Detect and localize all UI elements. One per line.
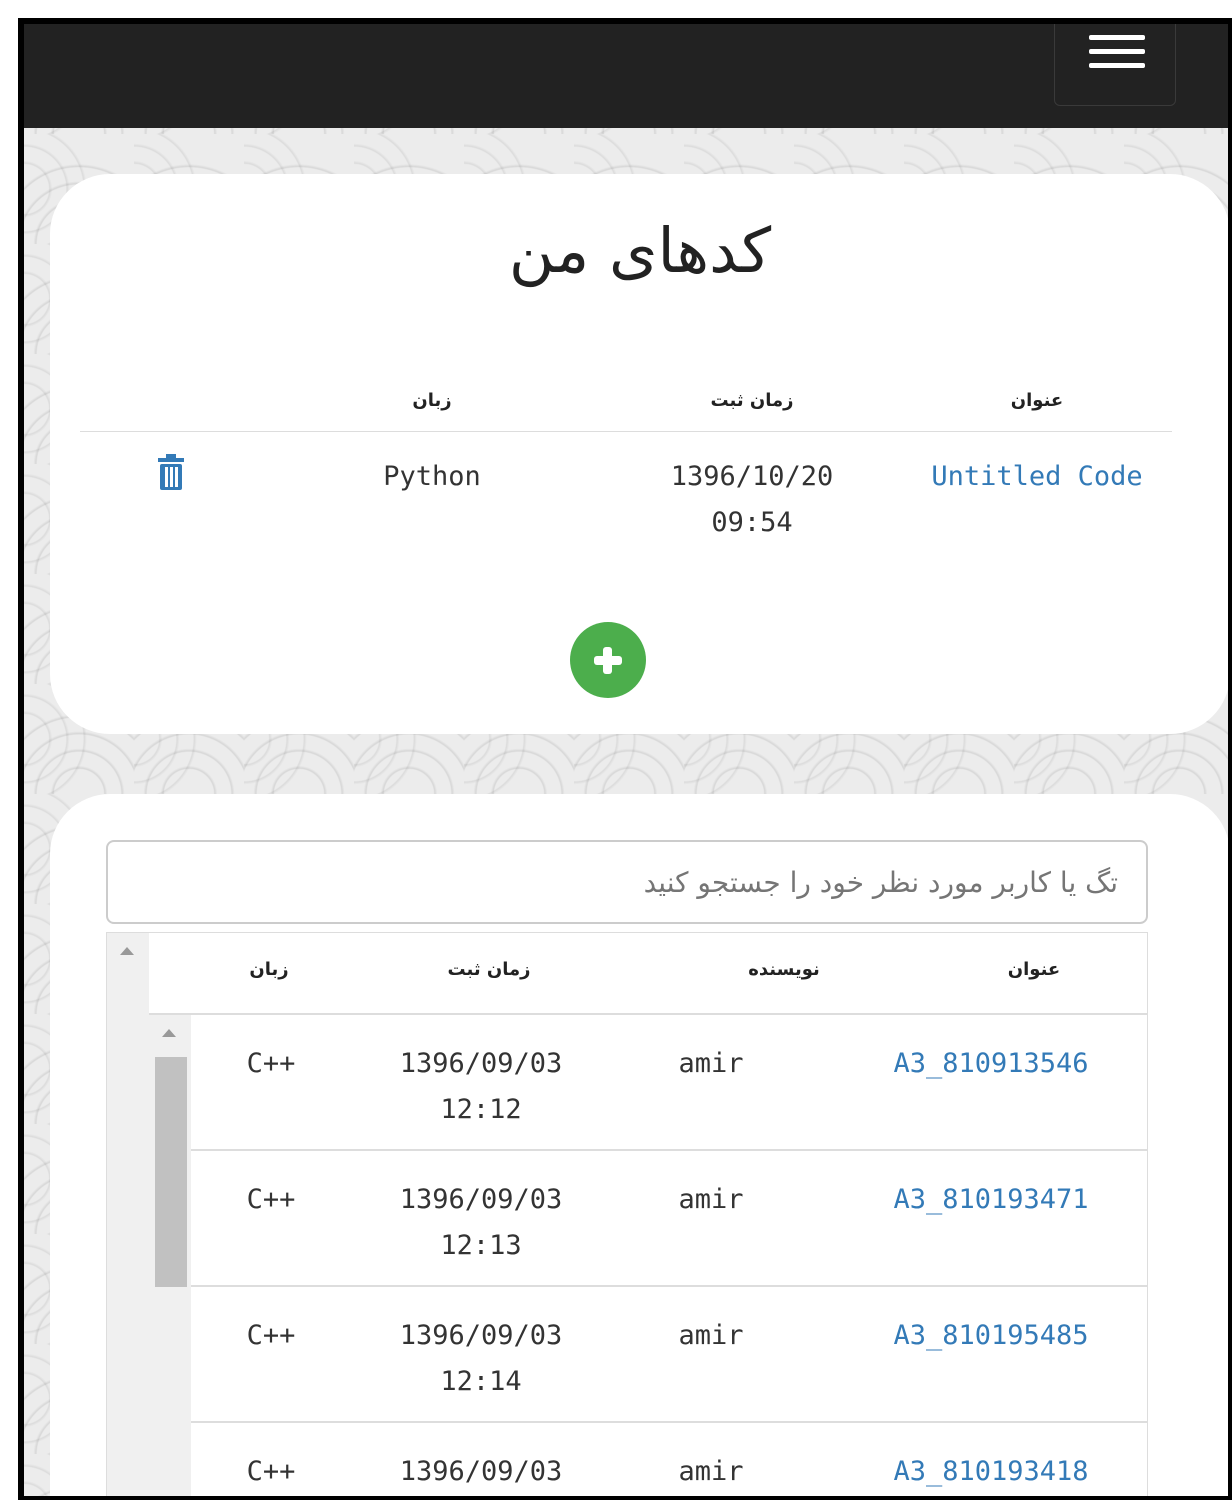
code-title-link[interactable]: A3_810193418 xyxy=(871,1449,1111,1495)
table-row: A3_810913546 amir 1396/09/03 12:12 C++ xyxy=(191,1015,1147,1151)
language-cell: C++ xyxy=(246,1184,296,1215)
column-header-actions xyxy=(80,364,262,432)
table-body: A3_810913546 amir 1396/09/03 12:12 C++ A3… xyxy=(191,1015,1147,1496)
column-header-language: زبان xyxy=(249,959,289,980)
delete-button[interactable] xyxy=(80,432,262,569)
author-cell: amir xyxy=(678,1048,744,1079)
code-title-link[interactable]: A3_810913546 xyxy=(871,1041,1111,1087)
column-header-title: عنوان xyxy=(1007,959,1061,980)
created-cell: 1396/09/03 12:13 xyxy=(399,1184,563,1261)
public-codes-table: عنوان نویسنده زمان ثبت زبان A3_810913546… xyxy=(106,932,1148,1496)
column-header-title: عنوان xyxy=(902,364,1172,432)
inner-scrollbar[interactable] xyxy=(149,1015,191,1496)
table-row: A3_810193471 amir 1396/09/03 12:13 C++ xyxy=(191,1151,1147,1287)
my-codes-table: عنوان زمان ثبت زبان Untitled Code 1396/1… xyxy=(80,364,1172,568)
column-header-language: زبان xyxy=(262,364,602,432)
table-row: A3_810195485 amir 1396/09/03 12:14 C++ xyxy=(191,1287,1147,1423)
created-cell: 1396/09/03 xyxy=(399,1456,563,1487)
menu-toggle-button[interactable] xyxy=(1054,24,1176,106)
language-cell: C++ xyxy=(246,1320,296,1351)
navbar xyxy=(24,24,1228,128)
search-input[interactable] xyxy=(106,840,1148,924)
author-cell: amir xyxy=(678,1184,744,1215)
created-cell: 1396/09/03 12:14 xyxy=(399,1320,563,1397)
column-header-created: زمان ثبت xyxy=(447,959,531,980)
public-codes-card: عنوان نویسنده زمان ثبت زبان A3_810913546… xyxy=(50,794,1228,1496)
table-row: A3_810193418 amir 1396/09/03 C++ xyxy=(191,1423,1147,1496)
author-cell: amir xyxy=(678,1456,744,1487)
language-cell: Python xyxy=(383,461,481,492)
scroll-up-icon[interactable] xyxy=(120,947,134,955)
column-header-created: زمان ثبت xyxy=(602,364,902,432)
add-code-button[interactable] xyxy=(570,622,646,698)
outer-scrollbar[interactable] xyxy=(107,933,149,1496)
table-row: Untitled Code 1396/10/20 09:54 Python xyxy=(80,432,1172,569)
created-cell: 1396/10/20 09:54 xyxy=(670,461,834,538)
column-header-author: نویسنده xyxy=(748,959,820,980)
code-title-link[interactable]: A3_810195485 xyxy=(871,1313,1111,1359)
code-title-link[interactable]: A3_810193471 xyxy=(871,1177,1111,1223)
scroll-up-icon[interactable] xyxy=(162,1029,176,1037)
hamburger-icon-bar xyxy=(1089,35,1145,40)
my-codes-card: کدهای من عنوان زمان ثبت زبان Untitled Co… xyxy=(50,174,1228,734)
language-cell: C++ xyxy=(246,1456,296,1487)
trash-icon xyxy=(158,454,184,490)
page-title: کدهای من xyxy=(508,214,772,287)
scrollbar-thumb[interactable] xyxy=(155,1057,187,1287)
browser-viewport: کدهای من عنوان زمان ثبت زبان Untitled Co… xyxy=(18,18,1232,1500)
code-title-link[interactable]: Untitled Code xyxy=(902,432,1172,569)
created-cell: 1396/09/03 12:12 xyxy=(399,1048,563,1125)
hamburger-icon-bar xyxy=(1089,49,1145,54)
hamburger-icon-bar xyxy=(1089,63,1145,68)
table-header: عنوان نویسنده زمان ثبت زبان xyxy=(149,933,1147,1015)
author-cell: amir xyxy=(678,1320,744,1351)
language-cell: C++ xyxy=(246,1048,296,1079)
